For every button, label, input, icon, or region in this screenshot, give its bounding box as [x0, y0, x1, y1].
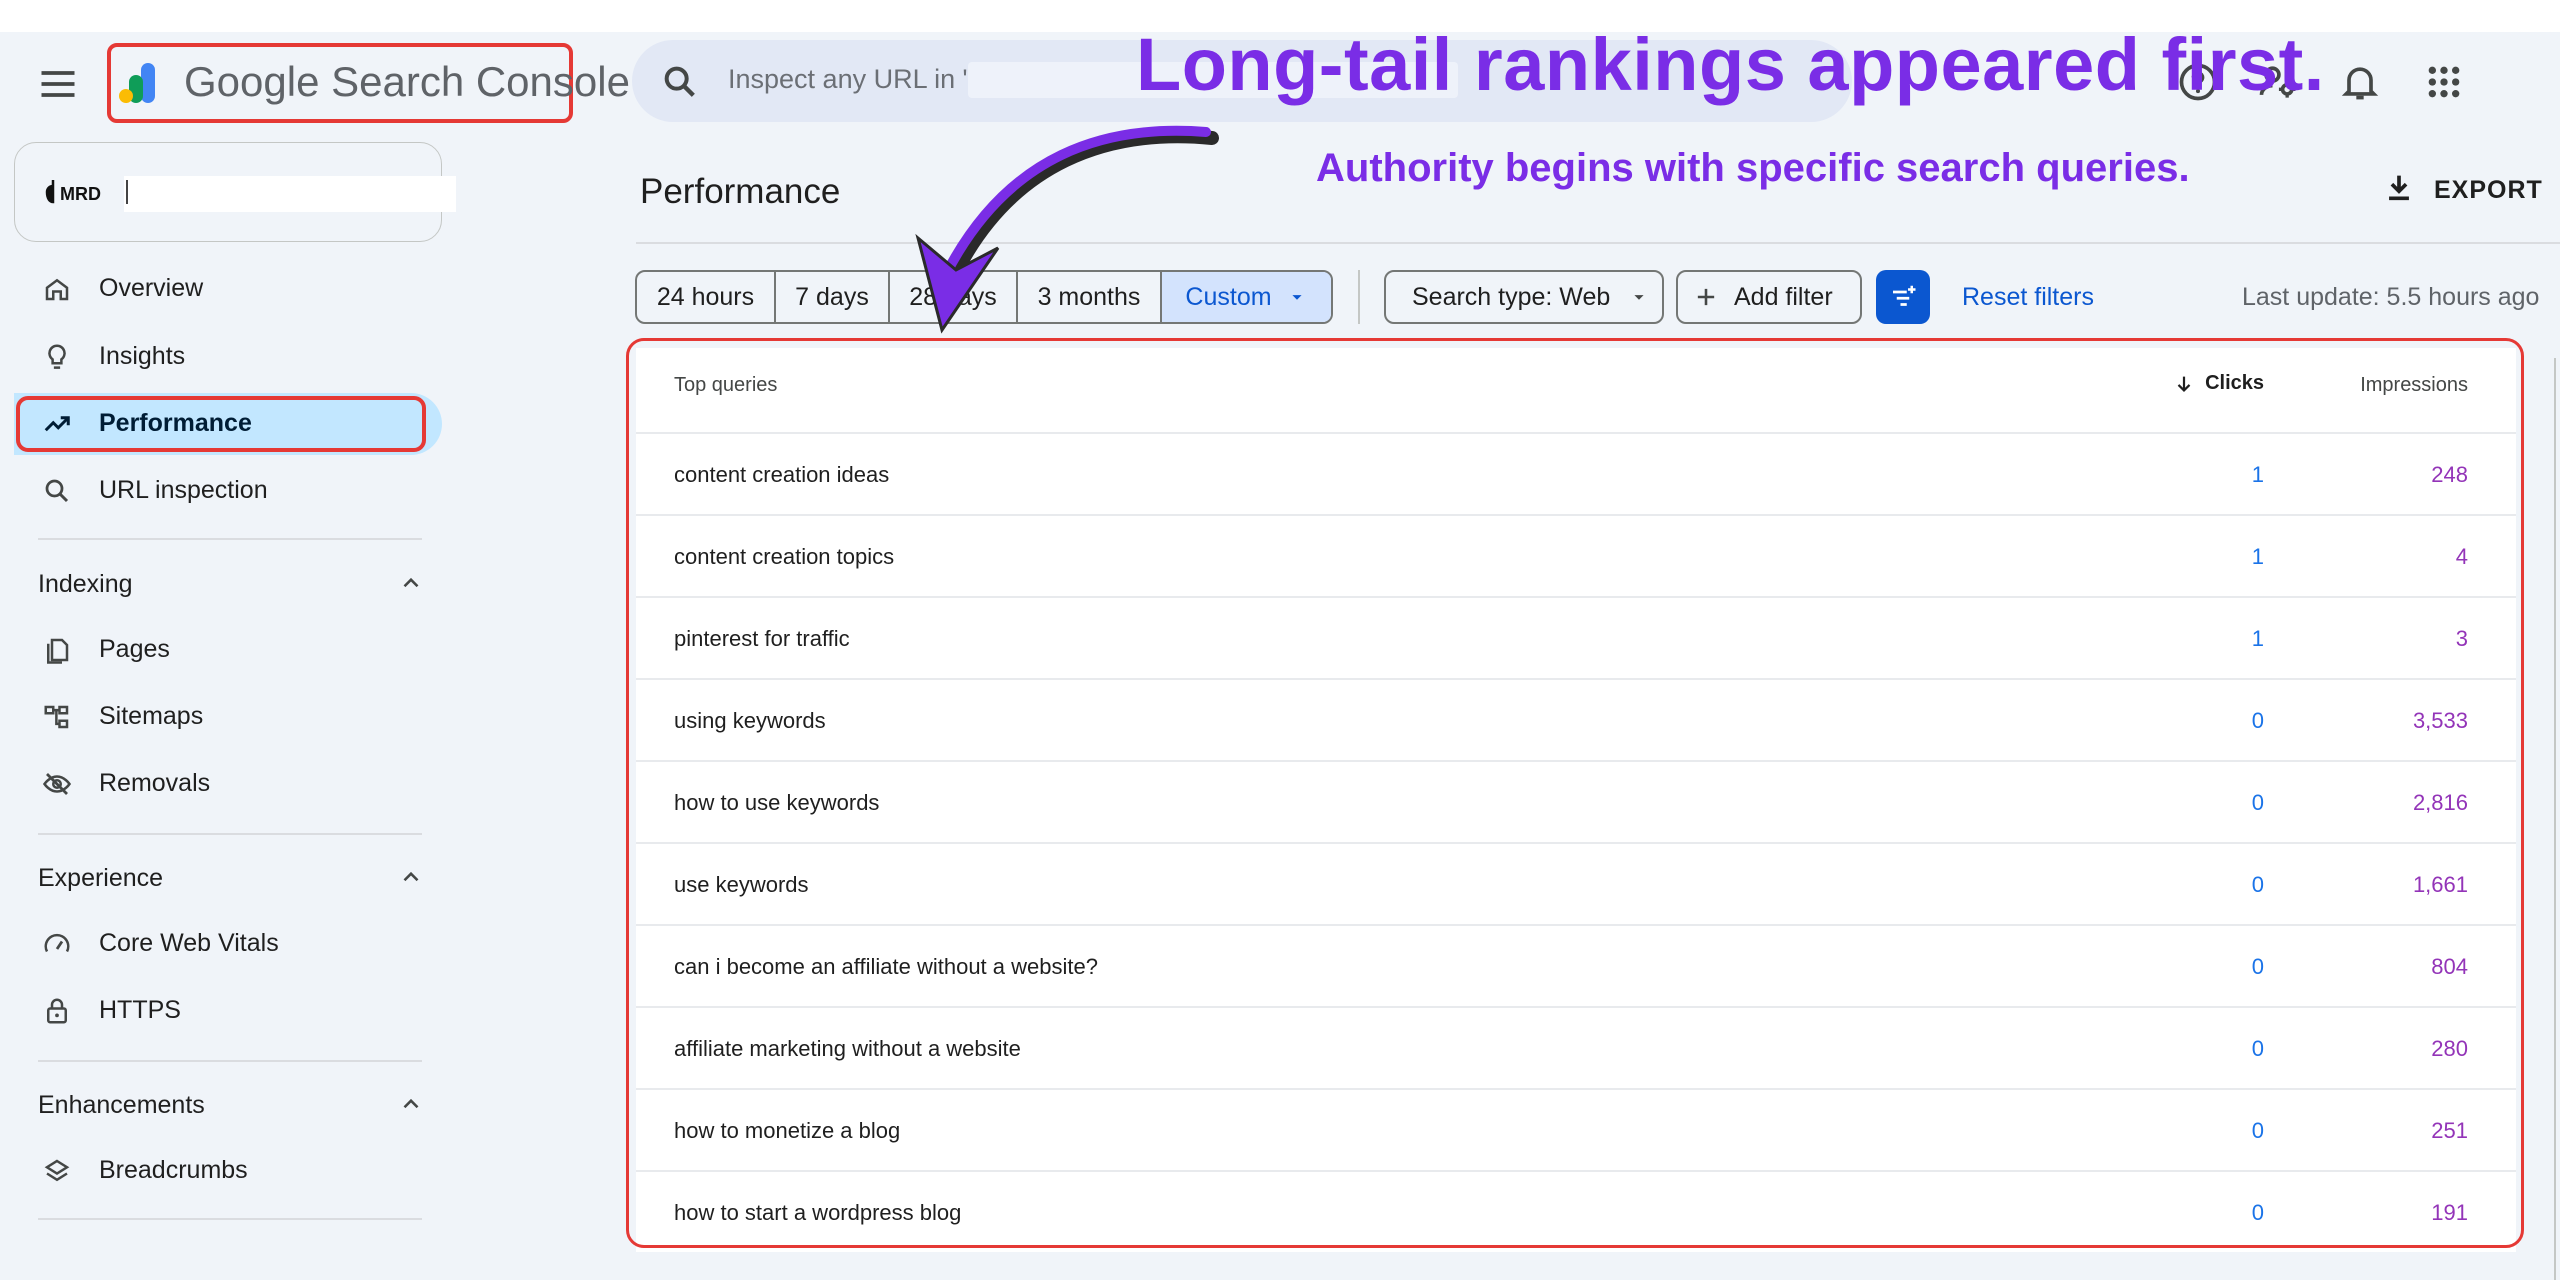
- sidebar-item-breadcrumbs[interactable]: Breadcrumbs: [14, 1140, 442, 1202]
- text-caret: [126, 180, 128, 204]
- date-range-7-days[interactable]: 7 days: [776, 272, 890, 322]
- add-filter-label: Add filter: [1734, 282, 1833, 311]
- sidebar-item-insights[interactable]: Insights: [14, 326, 442, 388]
- pages-icon: [47, 638, 69, 664]
- sidebar-item-label: Breadcrumbs: [99, 1156, 248, 1184]
- last-update-text: Last update: 5.5 hours ago: [2242, 283, 2540, 311]
- sidebar-item-overview[interactable]: Overview: [14, 258, 442, 320]
- sidebar-item-label: Overview: [99, 274, 204, 302]
- search-icon: [45, 479, 69, 503]
- property-logo-mark-icon: [45, 180, 55, 204]
- redacted-property-name: [124, 176, 456, 212]
- search-type-dropdown[interactable]: Search type: Web: [1384, 270, 1664, 324]
- section-indexing-header[interactable]: Indexing: [38, 570, 133, 599]
- annotation-subline: Authority begins with specific search qu…: [1316, 146, 2190, 190]
- section-experience-header[interactable]: Experience: [38, 864, 163, 893]
- sidebar-item-label: Core Web Vitals: [99, 929, 279, 957]
- add-filter-button[interactable]: Add filter: [1676, 270, 1862, 324]
- annotation-arrow-icon: [915, 125, 1219, 334]
- sidebar-item-removals[interactable]: Removals: [14, 753, 442, 815]
- toolbar-separator: [1358, 270, 1360, 324]
- download-icon[interactable]: [2382, 170, 2416, 204]
- dropdown-arrow-icon: [1291, 295, 1302, 300]
- sidebar-divider: [38, 538, 422, 540]
- page-title: Performance: [640, 172, 841, 211]
- sidebar-item-label: Pages: [99, 635, 170, 663]
- notifications-icon[interactable]: [2338, 60, 2382, 104]
- home-icon: [45, 278, 69, 301]
- table-highlight: [626, 338, 2524, 1248]
- app-title[interactable]: Google Search Console: [184, 58, 630, 106]
- apps-grid-icon[interactable]: [2424, 62, 2464, 102]
- filter-settings-button[interactable]: [1876, 270, 1930, 324]
- performance-highlight: [16, 396, 426, 452]
- chevron-up-icon[interactable]: [398, 1091, 424, 1117]
- search-icon: [664, 66, 695, 97]
- sidebar-item-label: HTTPS: [99, 996, 181, 1024]
- sidebar-item-label: Removals: [99, 769, 211, 797]
- export-button[interactable]: EXPORT: [2434, 176, 2543, 205]
- speed-icon: [44, 933, 70, 953]
- sidebar-divider: [38, 1218, 422, 1220]
- sidebar-item-url-inspection[interactable]: URL inspection: [14, 460, 442, 522]
- property-logo: MRD: [60, 184, 101, 204]
- sitemap-icon: [44, 705, 69, 729]
- date-range-24-hours[interactable]: 24 hours: [637, 272, 776, 322]
- sidebar-divider: [38, 1060, 422, 1062]
- sidebar-item-core-web-vitals[interactable]: Core Web Vitals: [14, 913, 442, 975]
- annotation-headline: Long-tail rankings appeared first.: [1136, 23, 2325, 106]
- search-console-logo-icon: [119, 63, 155, 103]
- search-type-label: Search type: Web: [1412, 282, 1611, 311]
- chevron-up-icon[interactable]: [398, 864, 424, 890]
- search-input[interactable]: Inspect any URL in ": [728, 64, 972, 95]
- section-enhancements-header[interactable]: Enhancements: [38, 1091, 205, 1120]
- sidebar-divider: [38, 833, 422, 835]
- dropdown-arrow-icon: [1634, 295, 1644, 300]
- sidebar-item-label: Insights: [99, 342, 186, 370]
- lock-icon: [47, 998, 67, 1024]
- reset-filters-link[interactable]: Reset filters: [1962, 283, 2094, 312]
- plus-icon: [1697, 288, 1715, 306]
- sidebar-item-https[interactable]: HTTPS: [14, 980, 442, 1042]
- chevron-up-icon[interactable]: [398, 570, 424, 596]
- menu-icon[interactable]: [36, 62, 80, 106]
- sidebar-item-label: Sitemaps: [99, 702, 204, 730]
- sidebar-item-sitemaps[interactable]: Sitemaps: [14, 686, 442, 748]
- sidebar-item-label: URL inspection: [99, 476, 268, 504]
- eye-off-icon: [42, 773, 72, 795]
- sidebar-item-pages[interactable]: Pages: [14, 619, 442, 681]
- lightbulb-icon: [48, 344, 66, 369]
- layers-icon: [44, 1159, 70, 1182]
- filter-list-icon: [1893, 285, 1916, 306]
- scrollbar-track[interactable]: [2554, 358, 2556, 1280]
